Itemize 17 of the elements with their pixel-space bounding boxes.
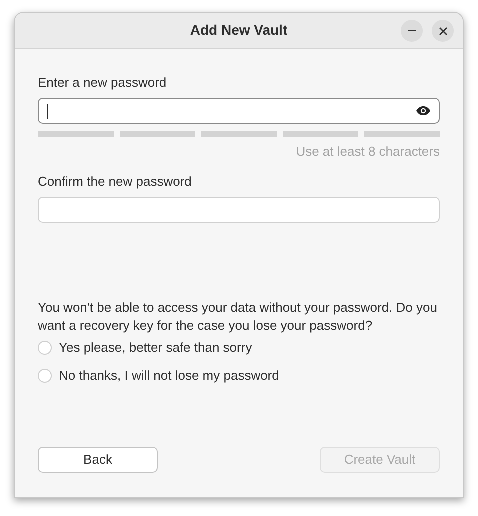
radio-label[interactable]: No thanks, I will not lose my password (59, 366, 280, 386)
minimize-button[interactable] (401, 20, 423, 42)
question-text: You won't be able to access your data without your password. Do you want a recovery key for the case you lose your password? (38, 299, 438, 335)
close-icon (438, 26, 448, 36)
eye-icon[interactable] (416, 106, 431, 116)
radio-button[interactable] (38, 369, 52, 383)
window-title: Add New Vault (190, 21, 288, 40)
back-button[interactable]: Back (38, 447, 158, 473)
close-button[interactable] (432, 20, 454, 42)
hint-text: Use at least 8 characters (296, 144, 440, 160)
radio-label[interactable]: Yes please, better safe than sorry (59, 338, 252, 358)
confirm-password-field[interactable] (38, 197, 440, 223)
radio-button[interactable] (38, 341, 52, 355)
field-label: Enter a new password (38, 75, 168, 91)
password-field[interactable] (38, 98, 440, 124)
minimize-icon (408, 30, 416, 32)
field-label: Confirm the new password (38, 174, 193, 190)
